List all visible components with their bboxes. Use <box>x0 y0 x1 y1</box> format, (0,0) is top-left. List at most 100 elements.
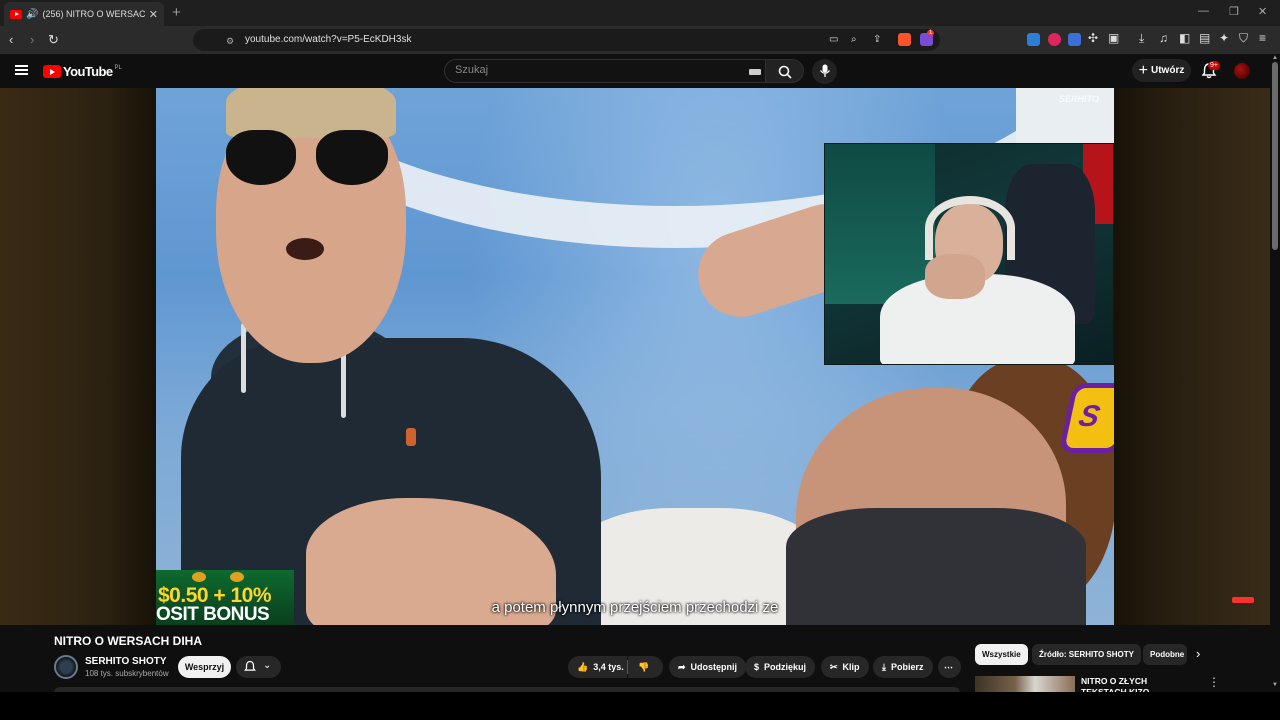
url-text[interactable]: youtube.com/watch?v=P5-EcKDH3sk <box>245 34 411 45</box>
plus-icon: + <box>1138 61 1148 79</box>
voice-search-button[interactable] <box>812 59 837 84</box>
video-sunglasses-left <box>226 130 296 185</box>
subscription-bell-button[interactable]: ⌄ <box>236 656 281 678</box>
search-input[interactable] <box>455 64 735 76</box>
chevron-down-icon: ⌄ <box>263 660 272 671</box>
guide-menu-icon[interactable] <box>15 65 28 75</box>
leo-ai-icon[interactable]: ✦ <box>1219 31 1229 45</box>
download-button[interactable]: ⤓ Pobierz <box>873 656 933 678</box>
restore-icon[interactable]: ❐ <box>1229 5 1239 18</box>
logo-country-code: PL <box>114 64 122 71</box>
microphone-icon <box>819 64 831 77</box>
translate-extension-icon[interactable] <box>1027 33 1040 46</box>
tab-title: (256) NITRO O WERSACH DIHA <box>42 9 145 19</box>
download-icon: ⤓ <box>882 661 886 672</box>
cast-icon[interactable]: ▭ <box>829 31 838 49</box>
blue-extension-icon[interactable] <box>1068 33 1081 46</box>
thanks-label: Podziękuj <box>764 662 807 672</box>
share-page-icon[interactable]: ⇪ <box>873 31 881 49</box>
rewards-badge: 1 <box>927 30 935 36</box>
downloads-icon[interactable]: ⤓ <box>1139 31 1144 46</box>
scissors-icon: ✂ <box>830 661 838 672</box>
new-tab-icon[interactable]: + <box>172 4 181 21</box>
tab-audio-icon[interactable]: 🔊 <box>26 9 38 20</box>
coin-graphic-icon <box>192 572 206 582</box>
video-title: NITRO O WERSACH DIHA <box>54 634 202 648</box>
scroll-down-icon[interactable]: ▼ <box>1272 682 1278 688</box>
bell-icon <box>244 660 256 671</box>
thumbs-down-icon: 👎 <box>638 661 650 672</box>
browser-tab-active[interactable]: 🔊 (256) NITRO O WERSACH DIHA ✕ <box>4 2 164 26</box>
zoom-icon[interactable]: ⌕ <box>851 31 857 49</box>
download-label: Pobierz <box>890 662 924 672</box>
minimize-icon[interactable]: — <box>1198 5 1209 17</box>
clip-label: Klip <box>842 662 860 672</box>
sticker-letter: S <box>1075 400 1103 433</box>
scroll-up-icon[interactable]: ▲ <box>1272 55 1278 61</box>
window-close-icon[interactable]: ✕ <box>1258 5 1267 18</box>
video-caption: a potem płynnym przejściem przechodzi ze <box>491 599 779 616</box>
media-icon[interactable]: ♫ <box>1159 31 1168 45</box>
clip-button[interactable]: ✂ Klip <box>821 656 869 678</box>
logo-wordmark: YouTube <box>63 64 113 79</box>
tab-close-icon[interactable]: ✕ <box>149 8 158 21</box>
share-button[interactable]: ➦ Udostępnij <box>669 656 747 678</box>
red-extension-icon[interactable] <box>1048 33 1061 46</box>
chip-source[interactable]: Źródło: SERHITO SHOTY <box>1032 644 1141 665</box>
more-actions-button[interactable]: ⋯ <box>938 656 961 678</box>
channel-avatar[interactable] <box>54 655 78 679</box>
youtube-play-icon <box>43 65 61 78</box>
search-button[interactable] <box>766 59 804 83</box>
site-info-icon[interactable]: ⚙ <box>226 32 234 50</box>
search-box[interactable] <box>444 59 766 83</box>
notifications-badge: 9+ <box>1208 61 1220 70</box>
youtube-masthead: YouTube PL + Utwórz 9+ <box>0 54 1280 88</box>
like-count: 3,4 tys. <box>593 662 624 672</box>
search-icon <box>778 65 792 79</box>
brave-shield-icon[interactable] <box>898 33 911 46</box>
screenshot-icon[interactable]: ▣ <box>1108 31 1119 45</box>
account-avatar[interactable] <box>1234 63 1250 79</box>
address-bar[interactable]: ⚙ youtube.com/watch?v=P5-EcKDH3sk ▭ ⌕ ⇪ … <box>193 29 940 51</box>
video-man-mouth <box>286 238 324 260</box>
video-player[interactable]: SERHITO S $0.50 + 10% OSIT BONUS a potem… <box>156 88 1114 625</box>
extensions-puzzle-icon[interactable]: ✣ <box>1088 31 1098 45</box>
casino-ad-overlay: $0.50 + 10% OSIT BONUS <box>156 570 294 625</box>
thanks-button[interactable]: $ Podziękuj <box>745 656 816 678</box>
forward-icon[interactable]: › <box>30 31 34 49</box>
chips-next-chevron-icon[interactable]: › <box>1196 646 1200 661</box>
browser-menu-icon[interactable]: ≡ <box>1259 31 1266 45</box>
thumbs-up-icon: 👍 <box>577 661 589 672</box>
recommendation-menu-icon[interactable]: ⋮ <box>1208 675 1220 689</box>
keyboard-icon[interactable] <box>749 69 761 75</box>
scrollbar-thumb[interactable] <box>1272 62 1278 250</box>
youtube-favicon-icon <box>10 9 22 19</box>
browser-toolbar: ‹ › ↻ 🔖 ⚙ youtube.com/watch?v=P5-EcKDH3s… <box>0 26 1280 54</box>
webcam-streamer-hands <box>925 254 985 299</box>
share-label: Udostępnij <box>690 662 738 672</box>
wallet-icon[interactable]: ▤ <box>1199 31 1210 45</box>
reload-icon[interactable]: ↻ <box>48 31 59 49</box>
thanks-dollar-icon: $ <box>754 662 760 672</box>
browser-tab-strip: 🔊 (256) NITRO O WERSACH DIHA ✕ + — ❐ ✕ <box>0 0 1280 26</box>
youtube-logo[interactable]: YouTube PL <box>43 64 122 79</box>
vpn-shield-icon[interactable]: ⛉ <box>1239 31 1248 46</box>
support-button[interactable]: Wesprzyj <box>178 656 231 678</box>
like-button[interactable]: 👍 3,4 tys. <box>568 656 627 678</box>
create-label: Utwórz <box>1151 65 1185 76</box>
channel-name[interactable]: SERHITO SHOTY <box>85 656 167 667</box>
back-icon[interactable]: ‹ <box>9 31 13 49</box>
dislike-button[interactable]: 👎 <box>628 656 663 678</box>
sidebar-toggle-icon[interactable]: ◧ <box>1179 31 1190 45</box>
webcam-overlay <box>824 143 1114 365</box>
coin-graphic-icon <box>230 572 244 582</box>
chip-all[interactable]: Wszystkie <box>975 644 1028 665</box>
player-corner-indicator <box>1232 597 1254 603</box>
video-shirt-logo <box>406 428 416 446</box>
subscriber-count: 108 tys. subskrybentów <box>85 669 169 678</box>
chip-related[interactable]: Podobne <box>1143 644 1187 665</box>
create-button[interactable]: + Utwórz <box>1132 59 1191 82</box>
channel-watermark: SERHITO <box>1059 94 1099 104</box>
webcam-monitor-glow <box>825 144 935 304</box>
share-arrow-icon: ➦ <box>678 661 686 672</box>
